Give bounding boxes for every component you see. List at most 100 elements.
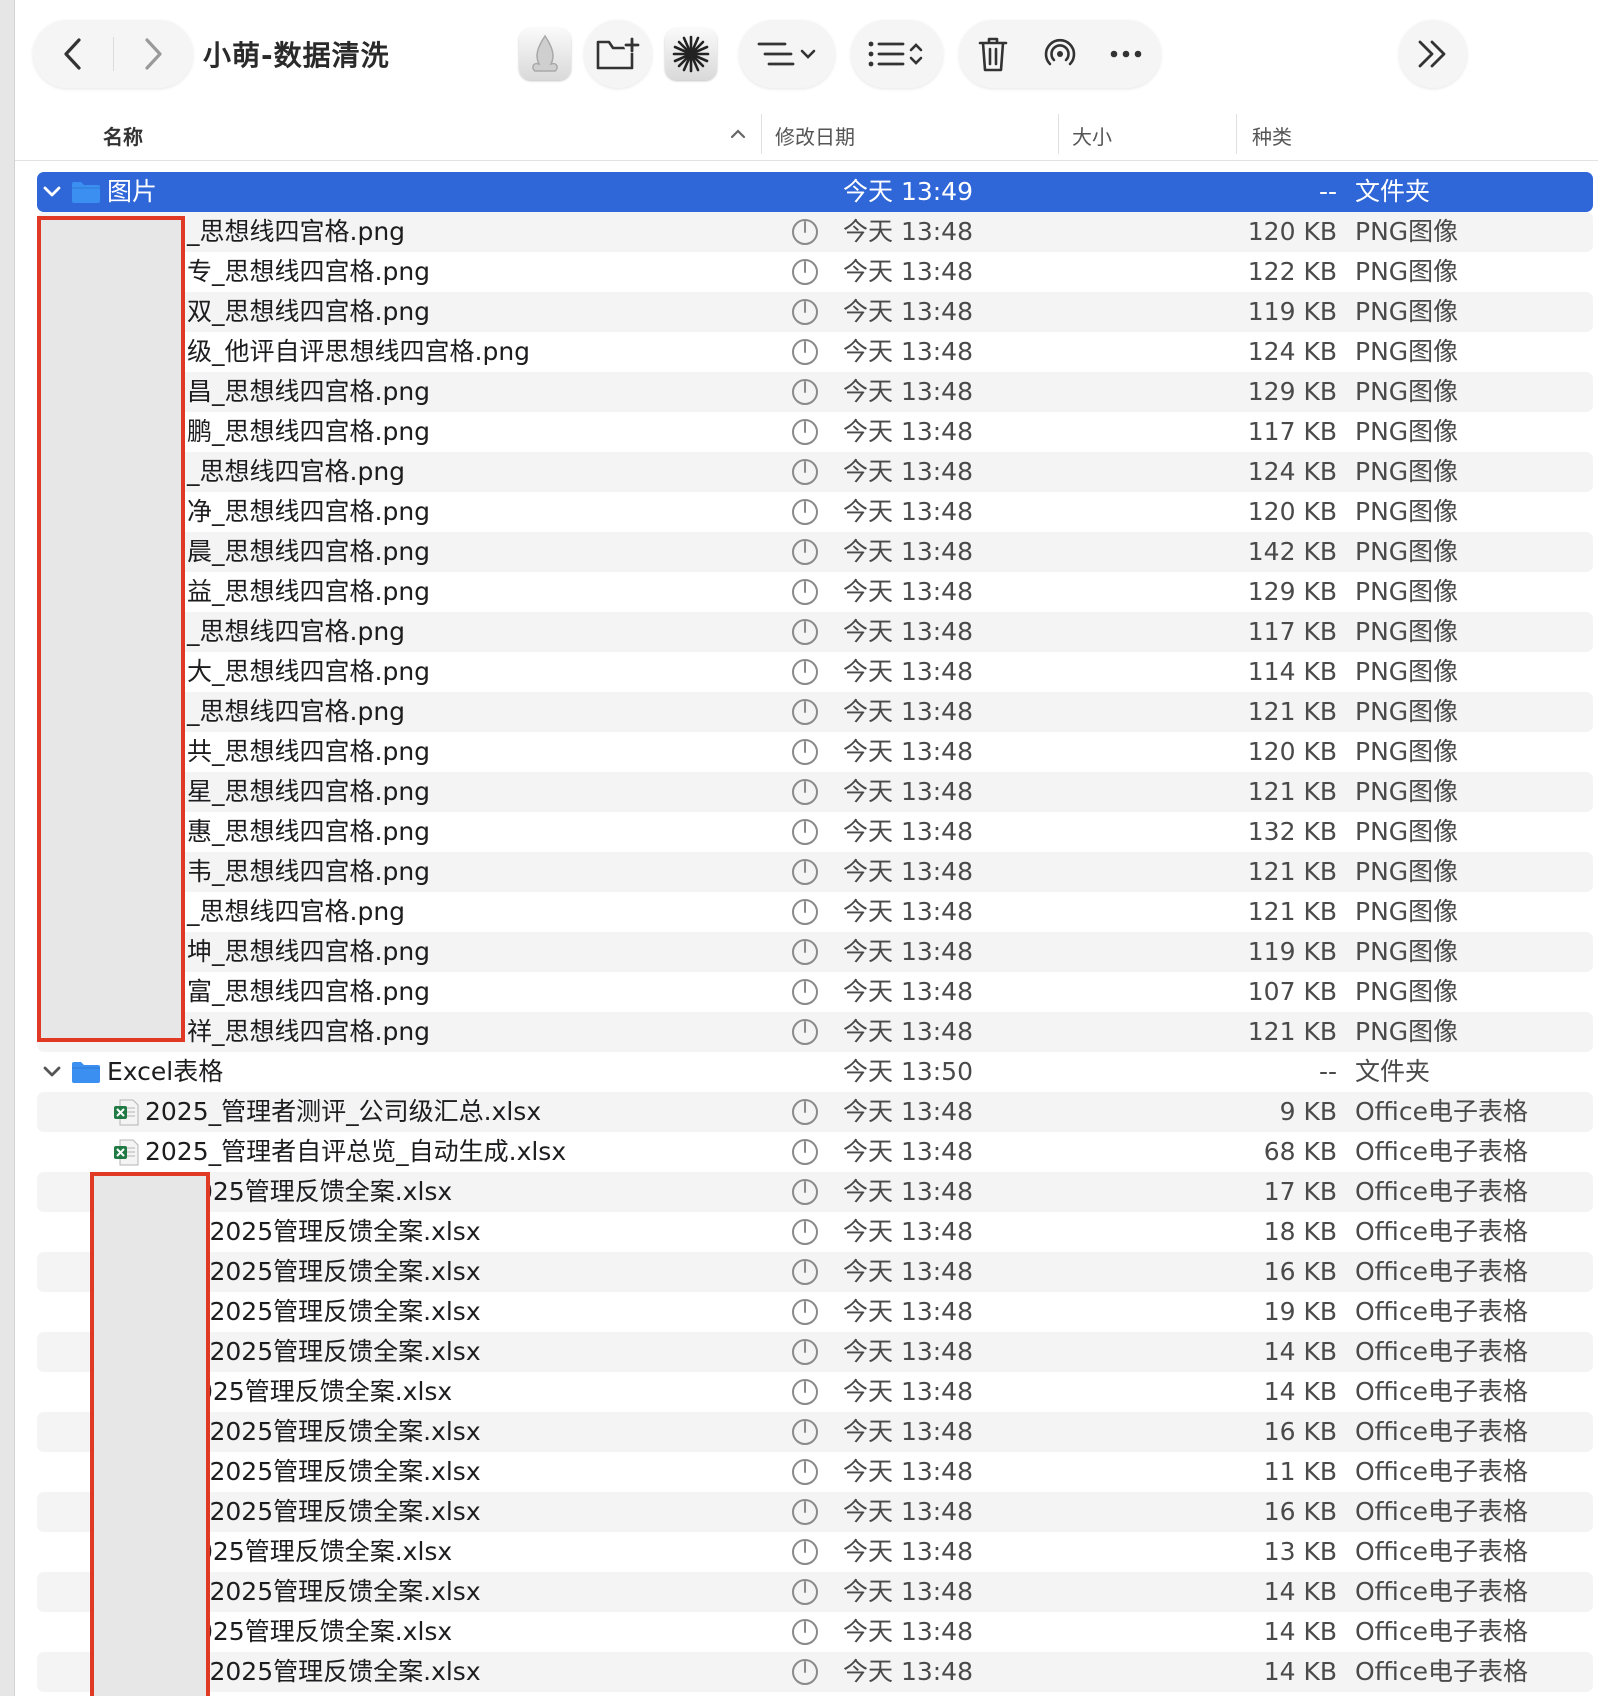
file-row[interactable]: _思想线四宫格.png 今天 13:48 117 KB PNG图像 [37, 612, 1593, 652]
column-size[interactable]: 大小 [1072, 121, 1112, 150]
file-row[interactable]: 祥_思想线四宫格.png 今天 13:48 121 KB PNG图像 [37, 1012, 1593, 1052]
file-row[interactable]: 025管理反馈全案.xlsx 今天 13:48 14 KB Office电子表格 [37, 1372, 1593, 1412]
disclosure-chevron-icon[interactable] [41, 181, 63, 203]
navigation-group [33, 20, 193, 88]
file-row[interactable]: _2025管理反馈全案.xlsx 今天 13:48 14 KB Office电子表格 [37, 1332, 1593, 1372]
clock-icon [792, 1019, 818, 1045]
file-kind: PNG图像 [1355, 537, 1459, 566]
file-kind: PNG图像 [1355, 497, 1459, 526]
file-kind: PNG图像 [1355, 657, 1459, 686]
folder-row[interactable]: Excel表格 今天 13:50 -- 文件夹 [37, 1052, 1593, 1092]
toolbar-overflow-button[interactable] [1399, 20, 1467, 88]
file-name: 鹏_思想线四宫格.png [187, 417, 431, 446]
file-row[interactable]: _思想线四宫格.png 今天 13:48 120 KB PNG图像 [37, 212, 1593, 252]
file-name: _2025管理反馈全案.xlsx [197, 1457, 481, 1486]
file-name: 坤_思想线四宫格.png [187, 937, 431, 966]
file-kind: 文件夹 [1355, 1057, 1431, 1086]
clock-icon [792, 339, 818, 365]
file-name: 大_思想线四宫格.png [187, 657, 431, 686]
airdrop-button[interactable] [1027, 20, 1093, 88]
file-kind: Office电子表格 [1355, 1577, 1528, 1606]
file-row[interactable]: _2025管理反馈全案.xlsx 今天 13:48 18 KB Office电子表格 [37, 1212, 1593, 1252]
file-name: _2025管理反馈全案.xlsx [197, 1657, 481, 1686]
clock-icon [792, 219, 818, 245]
file-kind: PNG图像 [1355, 897, 1459, 926]
file-name: _2025管理反馈全案.xlsx [197, 1297, 481, 1326]
file-size: 114 KB [1247, 657, 1337, 686]
file-row[interactable]: _2025管理反馈全案.xlsx 今天 13:48 14 KB Office电子表格 [37, 1572, 1593, 1612]
file-row[interactable]: 025管理反馈全案.xlsx 今天 13:48 13 KB Office电子表格 [37, 1532, 1593, 1572]
delete-button[interactable] [959, 20, 1027, 88]
file-row[interactable]: 鹏_思想线四宫格.png 今天 13:48 117 KB PNG图像 [37, 412, 1593, 452]
file-kind: PNG图像 [1355, 737, 1459, 766]
file-row[interactable]: _思想线四宫格.png 今天 13:48 121 KB PNG图像 [37, 892, 1593, 932]
column-name[interactable]: 名称 [103, 121, 143, 150]
forward-button[interactable] [114, 20, 194, 88]
file-row[interactable]: 净_思想线四宫格.png 今天 13:48 120 KB PNG图像 [37, 492, 1593, 532]
file-row[interactable]: 2025_管理者自评总览_自动生成.xlsx 今天 13:48 68 KB Offic… [37, 1132, 1593, 1172]
file-row[interactable]: 大_思想线四宫格.png 今天 13:48 114 KB PNG图像 [37, 652, 1593, 692]
file-row[interactable]: 惠_思想线四宫格.png 今天 13:48 132 KB PNG图像 [37, 812, 1593, 852]
file-row[interactable]: _2025管理反馈全案.xlsx 今天 13:48 11 KB Office电子表格 [37, 1452, 1593, 1492]
file-row[interactable]: 昌_思想线四宫格.png 今天 13:48 129 KB PNG图像 [37, 372, 1593, 412]
modified-date: 今天 13:48 [843, 617, 973, 646]
clock-icon [792, 1139, 818, 1165]
file-kind: Office电子表格 [1355, 1097, 1528, 1126]
app-shortcut-button[interactable] [519, 28, 571, 80]
app-shortcut-button-2[interactable] [665, 28, 717, 80]
chevron-down-icon [800, 49, 816, 59]
file-name: _2025管理反馈全案.xlsx [197, 1257, 481, 1286]
file-name: _2025管理反馈全案.xlsx [197, 1577, 481, 1606]
file-row[interactable]: 星_思想线四宫格.png 今天 13:48 121 KB PNG图像 [37, 772, 1593, 812]
file-size: 14 KB [1263, 1577, 1337, 1606]
group-by-button[interactable] [739, 20, 835, 88]
clock-icon [792, 1099, 818, 1125]
file-name: 富_思想线四宫格.png [187, 977, 431, 1006]
file-name: _思想线四宫格.png [187, 217, 406, 246]
file-kind: PNG图像 [1355, 817, 1459, 846]
column-divider [1236, 114, 1237, 154]
file-kind: Office电子表格 [1355, 1257, 1528, 1286]
file-row[interactable]: _思想线四宫格.png 今天 13:48 124 KB PNG图像 [37, 452, 1593, 492]
file-row[interactable]: 专_思想线四宫格.png 今天 13:48 122 KB PNG图像 [37, 252, 1593, 292]
new-folder-button[interactable] [584, 20, 652, 88]
file-row[interactable]: 级_他评自评思想线四宫格.png 今天 13:48 124 KB PNG图像 [37, 332, 1593, 372]
file-size: 16 KB [1263, 1257, 1337, 1286]
file-row[interactable]: 富_思想线四宫格.png 今天 13:48 107 KB PNG图像 [37, 972, 1593, 1012]
clock-icon [792, 259, 818, 285]
file-size: -- [1318, 177, 1337, 206]
file-row[interactable]: _2025管理反馈全案.xlsx 今天 13:48 14 KB Office电子表格 [37, 1652, 1593, 1692]
more-button[interactable] [1093, 20, 1159, 88]
file-name: _2025管理反馈全案.xlsx [197, 1497, 481, 1526]
file-row[interactable]: 025管理反馈全案.xlsx 今天 13:48 14 KB Office电子表格 [37, 1612, 1593, 1652]
file-row[interactable]: _2025管理反馈全案.xlsx 今天 13:48 19 KB Office电子表格 [37, 1292, 1593, 1332]
file-name: 共_思想线四宫格.png [187, 737, 431, 766]
modified-date: 今天 13:48 [843, 297, 973, 326]
file-row[interactable]: 025管理反馈全案.xlsx 今天 13:48 17 KB Office电子表格 [37, 1172, 1593, 1212]
file-kind: Office电子表格 [1355, 1617, 1528, 1646]
column-kind[interactable]: 种类 [1252, 121, 1292, 150]
file-row[interactable]: 双_思想线四宫格.png 今天 13:48 119 KB PNG图像 [37, 292, 1593, 332]
file-row[interactable]: 2025_管理者测评_公司级汇总.xlsx 今天 13:48 9 KB Office电… [37, 1092, 1593, 1132]
file-row[interactable]: _2025管理反馈全案.xlsx 今天 13:48 16 KB Office电子表格 [37, 1252, 1593, 1292]
file-row[interactable]: _思想线四宫格.png 今天 13:48 121 KB PNG图像 [37, 692, 1593, 732]
file-row[interactable]: 晨_思想线四宫格.png 今天 13:48 142 KB PNG图像 [37, 532, 1593, 572]
column-date[interactable]: 修改日期 [775, 121, 855, 150]
file-row[interactable]: 共_思想线四宫格.png 今天 13:48 120 KB PNG图像 [37, 732, 1593, 772]
file-row[interactable]: _2025管理反馈全案.xlsx 今天 13:48 16 KB Office电子表格 [37, 1412, 1593, 1452]
file-kind: PNG图像 [1355, 217, 1459, 246]
view-options-button[interactable] [851, 20, 943, 88]
file-row[interactable]: 坤_思想线四宫格.png 今天 13:48 119 KB PNG图像 [37, 932, 1593, 972]
file-size: 68 KB [1263, 1137, 1337, 1166]
modified-date: 今天 13:48 [843, 1257, 973, 1286]
back-button[interactable] [33, 20, 113, 88]
file-size: 16 KB [1263, 1417, 1337, 1446]
file-row[interactable]: _2025管理反馈全案.xlsx 今天 13:48 16 KB Office电子表格 [37, 1492, 1593, 1532]
file-row[interactable]: 益_思想线四宫格.png 今天 13:48 129 KB PNG图像 [37, 572, 1593, 612]
folder-row[interactable]: 图片 今天 13:49 -- 文件夹 [37, 172, 1593, 212]
file-row[interactable]: 韦_思想线四宫格.png 今天 13:48 121 KB PNG图像 [37, 852, 1593, 892]
file-name: 025管理反馈全案.xlsx [197, 1377, 453, 1406]
modified-date: 今天 13:48 [843, 1337, 973, 1366]
disclosure-chevron-icon[interactable] [41, 1061, 63, 1083]
file-name: 025管理反馈全案.xlsx [197, 1537, 453, 1566]
